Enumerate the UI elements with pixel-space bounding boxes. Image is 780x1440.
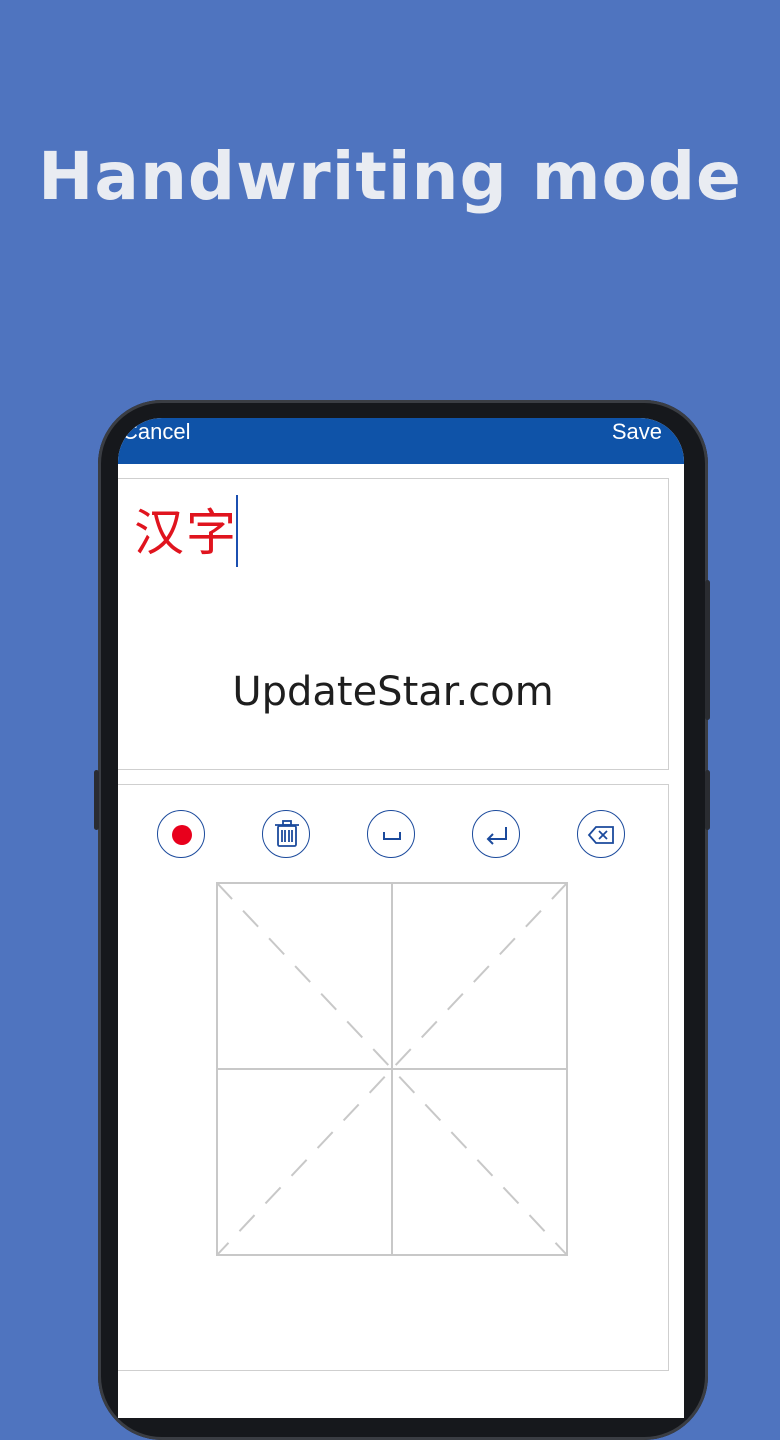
enter-button[interactable] xyxy=(472,810,520,858)
backspace-button[interactable] xyxy=(577,810,625,858)
trash-icon xyxy=(275,820,299,847)
clear-button[interactable] xyxy=(262,810,310,858)
top-bar: Cancel Save xyxy=(118,418,684,464)
headline: Handwriting mode xyxy=(38,138,742,215)
watermark: UpdateStar.com xyxy=(232,669,554,715)
save-button[interactable]: Save xyxy=(612,419,662,445)
space-icon xyxy=(383,832,401,840)
text-editor[interactable]: 汉字 UpdateStar.com xyxy=(118,478,669,770)
cancel-button[interactable]: Cancel xyxy=(122,419,190,445)
enter-icon xyxy=(486,827,507,845)
record-button[interactable] xyxy=(157,810,205,858)
writing-grid[interactable] xyxy=(216,882,568,1256)
backspace-icon xyxy=(587,826,614,844)
phone-side-button xyxy=(705,770,710,830)
text-caret xyxy=(236,495,238,567)
record-icon xyxy=(172,825,192,845)
space-button[interactable] xyxy=(367,810,415,858)
phone-screen: Cancel Save 汉字 UpdateStar.com xyxy=(118,418,684,1418)
phone-side-button xyxy=(705,580,710,720)
phone-side-button xyxy=(94,770,99,830)
handwritten-text: 汉字 xyxy=(134,504,238,562)
handwriting-pad xyxy=(118,784,669,1371)
